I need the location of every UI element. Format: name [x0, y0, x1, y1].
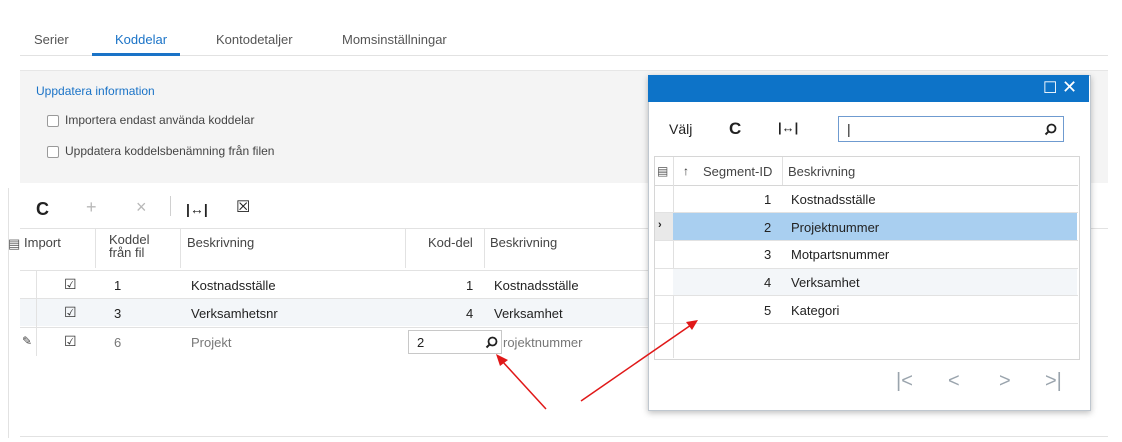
annotation-arrow-lookup [501, 360, 547, 410]
annotation-arrowhead [686, 320, 698, 330]
annotation-arrow-popup [580, 324, 692, 402]
annotation-arrowhead [496, 354, 508, 366]
annotation-arrows [496, 320, 698, 410]
